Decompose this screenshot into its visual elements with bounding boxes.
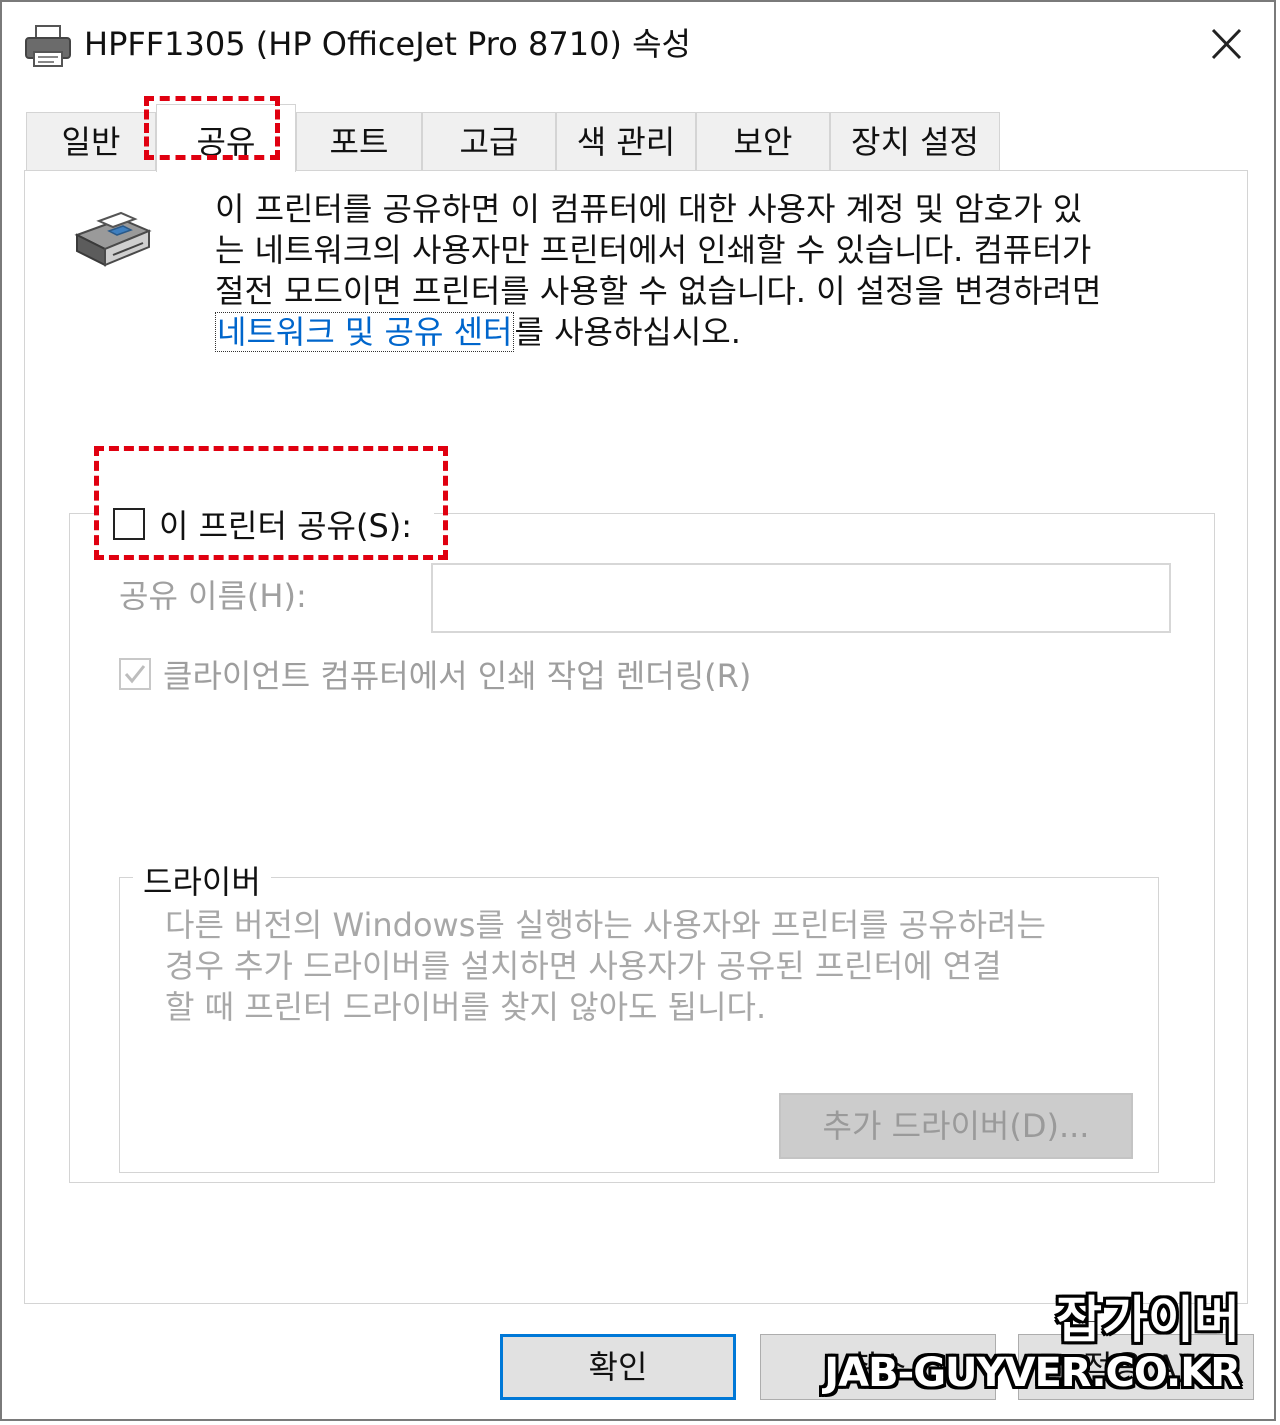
title-bar[interactable]: HPFF1305 (HP OfficeJet Pro 8710) 속성 xyxy=(2,2,1274,88)
annotation-highlight-share-checkbox xyxy=(94,446,448,560)
drivers-description-line-1: 다른 버전의 Windows를 실행하는 사용자와 프린터를 공유하려는 xyxy=(165,906,1046,944)
tab-advanced[interactable]: 고급 xyxy=(422,112,556,170)
description-line-3: 절전 모드이면 프린터를 사용할 수 없습니다. 이 설정을 변경하려면 xyxy=(215,272,1102,310)
drivers-description-line-3: 할 때 프린터 드라이버를 찾지 않아도 됩니다. xyxy=(165,988,767,1026)
additional-drivers-button[interactable]: 추가 드라이버(D)... xyxy=(779,1093,1133,1159)
network-printer-icon xyxy=(74,211,152,267)
window-title: HPFF1305 (HP OfficeJet Pro 8710) 속성 xyxy=(84,25,691,63)
watermark-title: 잡가이버 xyxy=(1056,1291,1240,1349)
printer-icon xyxy=(25,25,71,67)
tab-general[interactable]: 일반 xyxy=(26,112,156,170)
render-jobs-label: 클라이언트 컴퓨터에서 인쇄 작업 렌더링(R) xyxy=(163,657,752,695)
share-name-label: 공유 이름(H): xyxy=(119,577,307,615)
watermark: 잡가이버 JAB-GUYVER.CO.KR xyxy=(824,1291,1241,1398)
watermark-url: JAB-GUYVER.CO.KR xyxy=(824,1350,1241,1396)
description-line-2: 는 네트워크의 사용자만 프린터에서 인쇄할 수 있습니다. 컴퓨터가 xyxy=(215,231,1092,269)
render-jobs-checkbox[interactable] xyxy=(119,658,151,690)
network-sharing-center-link[interactable]: 네트워크 및 공유 센터 xyxy=(215,312,515,352)
share-name-input[interactable] xyxy=(431,563,1171,633)
printer-properties-dialog: HPFF1305 (HP OfficeJet Pro 8710) 속성 일반 공… xyxy=(0,0,1276,1421)
drivers-description: 다른 버전의 Windows를 실행하는 사용자와 프린터를 공유하려는 경우 … xyxy=(165,905,1145,1028)
ok-button[interactable]: 확인 xyxy=(500,1334,736,1400)
checkmark-icon xyxy=(124,665,146,684)
sharing-tab-panel: 이 프린터를 공유하면 이 컴퓨터에 대한 사용자 계정 및 암호가 있 는 네… xyxy=(24,170,1248,1304)
drivers-description-line-2: 경우 추가 드라이버를 설치하면 사용자가 공유된 프린터에 연결 xyxy=(165,947,1002,985)
sharing-description: 이 프린터를 공유하면 이 컴퓨터에 대한 사용자 계정 및 암호가 있 는 네… xyxy=(215,189,1215,353)
close-icon[interactable] xyxy=(1200,20,1252,68)
render-jobs-checkbox-row[interactable]: 클라이언트 컴퓨터에서 인쇄 작업 렌더링(R) xyxy=(119,651,751,697)
description-suffix: 를 사용하십시오. xyxy=(514,313,741,351)
tab-ports[interactable]: 포트 xyxy=(296,112,422,170)
description-line-1: 이 프린터를 공유하면 이 컴퓨터에 대한 사용자 계정 및 암호가 있 xyxy=(215,190,1083,228)
drivers-legend: 드라이버 xyxy=(133,857,271,903)
tab-color-management[interactable]: 색 관리 xyxy=(556,112,696,170)
tab-security[interactable]: 보안 xyxy=(696,112,830,170)
annotation-highlight-sharing-tab xyxy=(144,96,280,160)
tab-device-settings[interactable]: 장치 설정 xyxy=(830,112,1000,170)
description-line-4: 네트워크 및 공유 센터를 사용하십시오. xyxy=(215,312,1215,353)
